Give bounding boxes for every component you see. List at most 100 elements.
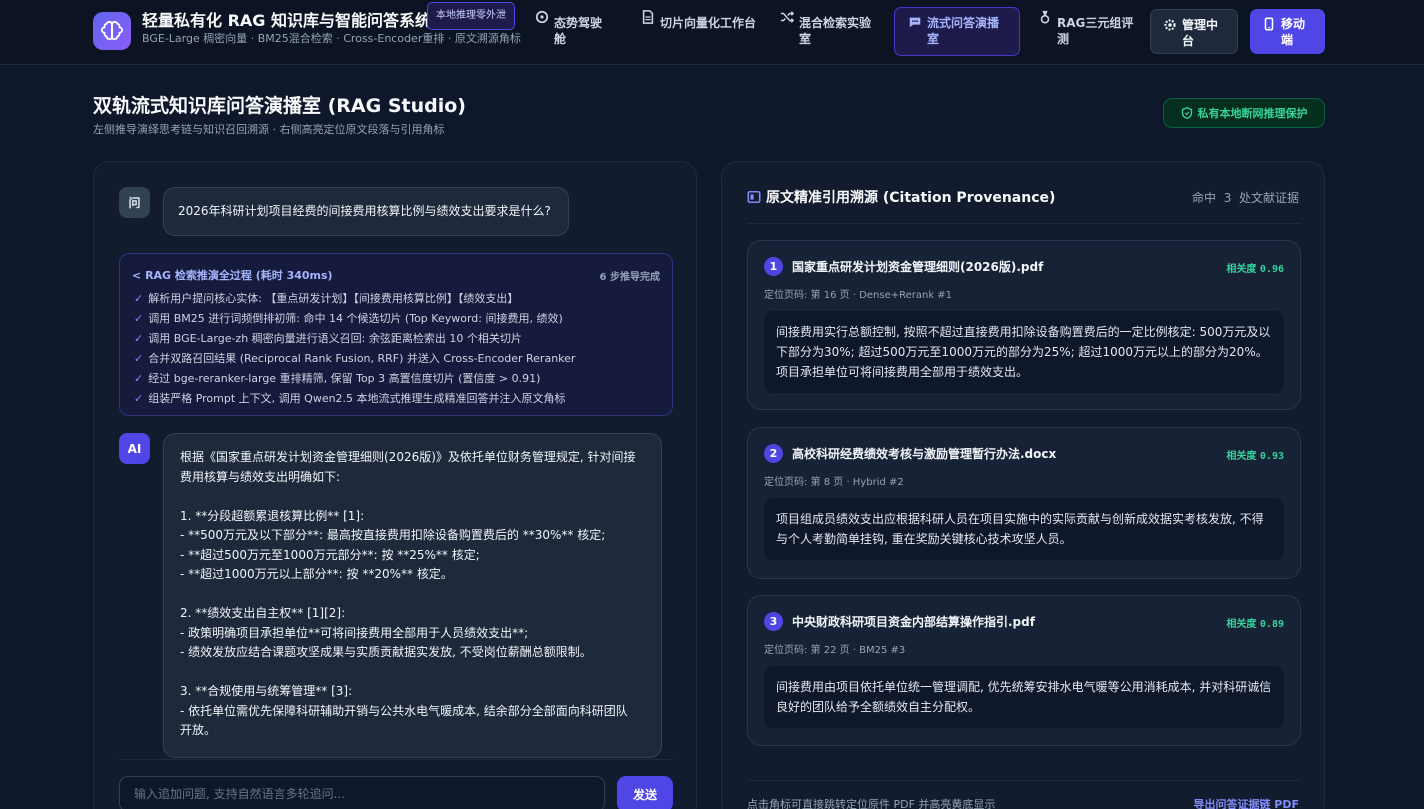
answer-line [180,585,645,605]
hits-count: 3 [1223,191,1232,205]
admin-console-button[interactable]: 管理中台 [1150,9,1238,54]
answer-line: - 绩效发放应结合课题攻坚成果与实质贡献据实发放, 不受岗位薪酬总额限制。 [180,645,592,659]
page-scrollbar[interactable] [1414,65,1424,809]
gear-icon [1164,19,1176,31]
citation-doc-title[interactable]: 国家重点研发计划资金管理细则(2026版).pdf [792,258,1043,275]
citation-doc-title[interactable]: 中央财政科研项目资金内部结算操作指引.pdf [792,613,1035,630]
check-icon: ✓ [134,352,144,365]
trace-step: ✓ 合并双路召回结果 (Reciprocal Rank Fusion, RRF) … [134,349,575,369]
score-value: 0.96 [1259,264,1284,275]
citation-panel: 原文精准引用溯源 (Citation Provenance) 命中 3 处文献证… [721,161,1325,809]
export-evidence-link[interactable]: 导出问答证据链 PDF [1193,796,1299,809]
score-value: 0.89 [1259,619,1284,630]
check-icon: ✓ [134,332,144,345]
chat-icon [909,17,921,28]
mobile-label: 移动端 [1281,17,1306,47]
check-icon: ✓ [134,312,144,325]
trace-step-text: 组装严格 Prompt 上下文, 调用 Qwen2.5 本地流式推理生成精准回答… [148,392,566,405]
answer-bubble[interactable]: 根据《国家重点研发计划资金管理细则(2026版)》及依托单位财务管理规定, 针对… [163,433,662,758]
relevance-score: 相关度 0.89 [1226,615,1284,630]
user-avatar: 问 [119,187,150,218]
trace-title-text: RAG 检索推演全过程 (耗时 340ms) [145,269,333,282]
document-icon [642,10,654,24]
answer-line: 3. **合规使用与统筹管理** [3]: [180,684,353,698]
book-icon [747,190,761,204]
privacy-badge: 私有本地断网推理保护 [1163,98,1325,128]
citation-footer-hint: 点击角标可直接跳转定位原件 PDF 并高亮黄底显示 [747,798,996,809]
nav-hybrid-lab[interactable]: 混合检索实验室 [780,9,880,55]
nav-streaming-studio[interactable]: 流式问答演播室 [894,7,1020,56]
admin-console-label: 管理中台 [1182,18,1219,48]
citation-card-3[interactable]: 3 中央财政科研项目资金内部结算操作指引.pdf 相关度 0.89 定位页码: … [747,595,1301,746]
nav-streaming-studio-label: 流式问答演播室 [927,16,1000,46]
citation-location: 定位页码: 第 22 页 · BM25 #3 [764,645,906,656]
relevance-score: 相关度 0.93 [1226,447,1284,462]
answer-line: 2. **绩效支出自主权** [1][2]: [180,606,346,620]
local-inference-badge: 本地推理零外泄 [427,2,515,30]
hits-suffix: 处文献证据 [1238,191,1299,205]
score-label: 相关度 [1226,451,1257,462]
trace-step: ✓ 组装严格 Prompt 上下文, 调用 Qwen2.5 本地流式推理生成精准回… [134,389,575,409]
scrollbar-thumb[interactable] [1415,65,1423,809]
trace-step-text: 调用 BM25 进行词频倒排初筛: 命中 14 个候选切片 (Top Keywo… [148,312,563,325]
share-nodes-icon: < [132,269,142,282]
score-label: 相关度 [1226,264,1257,275]
citation-divider [747,223,1301,224]
trace-step-text: 调用 BGE-Large-zh 稠密向量进行语义召回: 余弦距离检索出 10 个… [148,332,522,345]
medal-icon [1040,10,1050,24]
citation-location: 定位页码: 第 8 页 · Hybrid #2 [764,477,904,488]
mobile-button[interactable]: 移动端 [1250,9,1325,54]
citation-footer-divider [747,780,1301,781]
citation-quote: 间接费用实行总额控制, 按照不超过直接费用扣除设备购置费后的一定比例核定: 50… [764,311,1284,393]
trace-step: ✓ 调用 BM25 进行词频倒排初筛: 命中 14 个候选切片 (Top Keyw… [134,309,575,329]
privacy-badge-label: 私有本地断网推理保护 [1197,107,1308,120]
followup-input[interactable] [119,776,605,809]
trace-step: ✓ 调用 BGE-Large-zh 稠密向量进行语义召回: 余弦距离检索出 10 … [134,329,575,349]
hits-prefix: 命中 [1192,191,1217,205]
citation-doc-title[interactable]: 高校科研经费绩效考核与激励管理暂行办法.docx [792,445,1056,462]
chat-panel: 问 2026年科研计划项目经费的间接费用核算比例与绩效支出要求是什么? < RA… [93,161,697,809]
answer-line: 根据《国家重点研发计划资金管理细则(2026版)》及依托单位财务管理规定, 针对… [180,450,636,464]
answer-line: 费用核算与绩效支出明确如下: [180,469,341,484]
trace-step-list: ✓ 解析用户提问核心实体: 【重点研发计划】【间接费用核算比例】【绩效支出】 ✓ 调… [134,289,575,409]
relevance-score: 相关度 0.96 [1226,260,1284,275]
trace-step: ✓ 经过 bge-reranker-large 重排精筛, 保留 Top 3 高置… [134,369,575,389]
nav-dashboard[interactable]: 态势驾驶舱 [535,9,607,55]
send-button[interactable]: 发送 [617,776,673,809]
trace-step-count: 6 步推导完成 [599,272,660,283]
citation-number: 3 [764,612,783,631]
trace-step-text: 经过 bge-reranker-large 重排精筛, 保留 Top 3 高置信… [148,372,541,385]
trace-title: < RAG 检索推演全过程 (耗时 340ms) [132,267,333,283]
shield-icon [1181,107,1192,119]
answer-line: - 依托单位需优先保障科研辅助开销与公共水电气暖成本, 结余部分全部面向科研团队 [180,703,628,718]
answer-line [180,663,645,683]
trace-step: ✓ 解析用户提问核心实体: 【重点研发计划】【间接费用核算比例】【绩效支出】 [134,289,575,309]
citation-card-1[interactable]: 1 国家重点研发计划资金管理细则(2026版).pdf 相关度 0.96 定位页… [747,240,1301,410]
score-value: 0.93 [1259,451,1284,462]
citation-card-2[interactable]: 2 高校科研经费绩效考核与激励管理暂行办法.docx 相关度 0.93 定位页码… [747,427,1301,579]
citation-number: 2 [764,444,783,463]
retrieval-trace[interactable]: < RAG 检索推演全过程 (耗时 340ms) 6 步推导完成 ✓ 解析用户提问… [119,253,673,416]
input-divider [119,759,673,760]
citation-number: 1 [764,257,783,276]
citation-hit-count: 命中 3 处文献证据 [1192,189,1299,206]
answer-line: - **超过1000万元以上部分**: 按 **20%** 核定。 [180,567,453,581]
nav-chunk-workbench[interactable]: 切片向量化工作台 [641,9,757,55]
nav-rag-eval[interactable]: RAG三元组评测 [1038,9,1138,55]
brain-logo-icon [93,12,131,50]
page-subtitle: 左侧推导演绎思考链与知识召回溯源 · 右侧高亮定位原文段落与引用角标 [93,123,445,136]
trace-step-text: 合并双路召回结果 (Reciprocal Rank Fusion, RRF) 并… [148,352,576,365]
nav-rag-eval-label: RAG三元组评测 [1057,16,1134,46]
trace-step-text: 解析用户提问核心实体: 【重点研发计划】【间接费用核算比例】【绩效支出】 [148,292,519,305]
app-subtitle: BGE-Large 稠密向量 · BM25混合检索 · Cross-Encode… [142,32,521,45]
check-icon: ✓ [134,372,144,385]
answer-line [180,487,645,507]
citation-quote: 项目组成员绩效支出应根据科研人员在项目实施中的实际贡献与创新成效据实考核发放, … [764,498,1284,560]
answer-line: 开放。 [180,723,217,737]
citation-location: 定位页码: 第 16 页 · Dense+Rerank #1 [764,290,953,301]
dashboard-icon [535,10,549,24]
score-label: 相关度 [1226,619,1257,630]
phone-icon [1264,17,1274,31]
nav-chunk-workbench-label: 切片向量化工作台 [660,16,757,30]
nav-dashboard-label: 态势驾驶舱 [554,16,603,46]
